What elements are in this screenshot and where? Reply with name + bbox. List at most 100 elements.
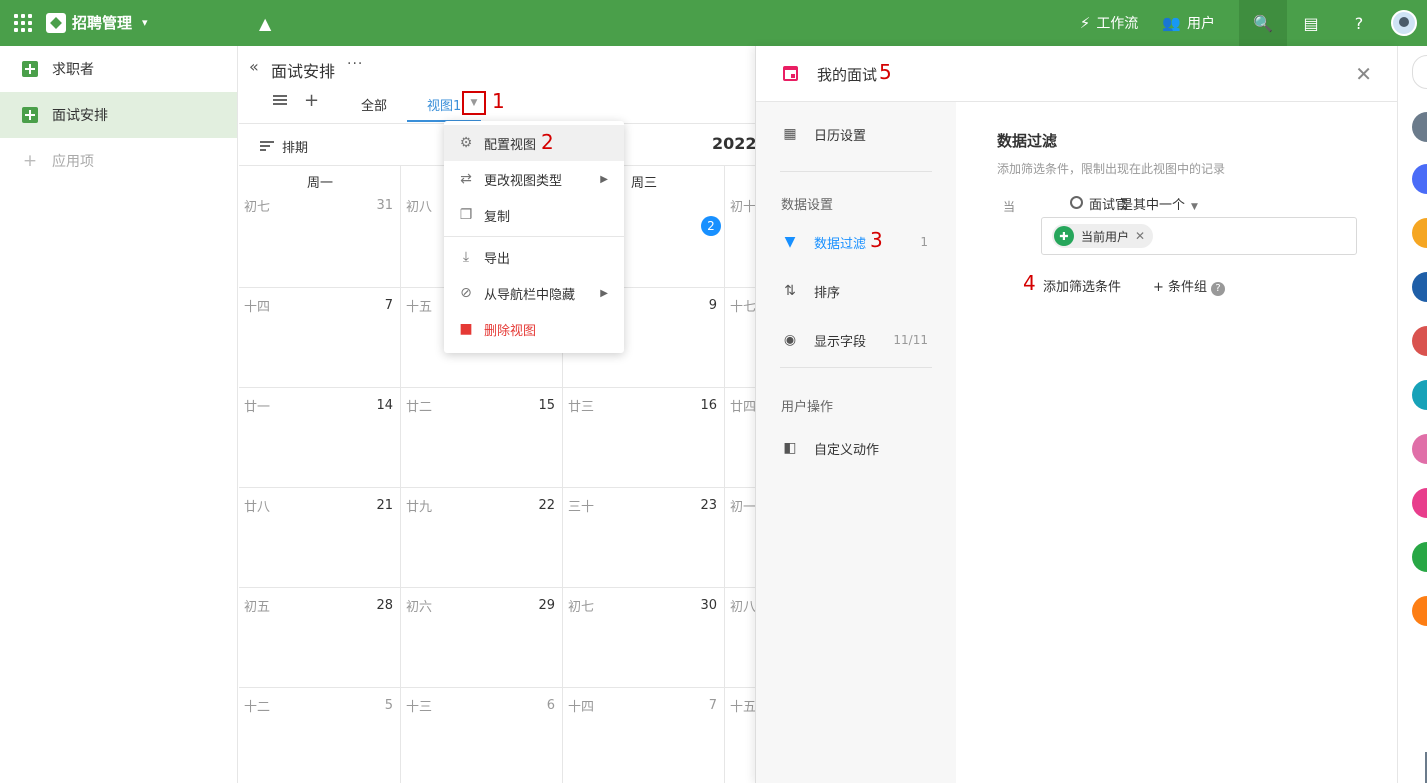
app-switcher[interactable]: 招聘管理 ▾ xyxy=(46,12,148,33)
calendar-day-cell[interactable]: 廿四 xyxy=(725,388,755,488)
avatar[interactable] xyxy=(1412,434,1427,464)
nav-divider xyxy=(780,367,932,368)
calendar-day-cell[interactable]: 十四 7 xyxy=(239,288,401,388)
app-grid-icon[interactable] xyxy=(14,14,32,32)
menu-item-change-view-type[interactable]: ⇄ 更改视图类型 ▶ xyxy=(444,161,624,197)
collapse-sidebar-icon[interactable]: « xyxy=(249,57,259,76)
view-dropdown-menu: ⚙ 配置视图 2 ⇄ 更改视图类型 ▶ ❐ 复制 ⤓ 导出 ⊘ 从导航栏中隐藏 … xyxy=(444,121,624,353)
calendar-day-cell[interactable]: 三十 23 xyxy=(563,488,725,588)
panel-header: 我的面试 5 ✕ xyxy=(756,46,1398,102)
calendar-day-cell[interactable]: 十二 5 xyxy=(239,688,401,783)
calendar-small-icon: ▦ xyxy=(783,126,797,142)
more-options-icon[interactable]: ··· xyxy=(347,56,363,72)
help-icon[interactable]: ? xyxy=(1335,0,1383,46)
avatar[interactable] xyxy=(1412,488,1427,518)
menu-item-delete-view[interactable]: ■ 删除视图 xyxy=(444,311,624,347)
nav-sort[interactable]: ⇅ 排序 xyxy=(756,271,956,311)
nav-section-data: 数据设置 xyxy=(781,198,834,213)
today-badge: 2 xyxy=(701,216,721,236)
add-view-icon[interactable]: + xyxy=(304,90,319,111)
eye-icon: ◉ xyxy=(783,332,797,348)
sidebar-item-interviews[interactable]: 面试安排 xyxy=(0,92,237,138)
avatar[interactable] xyxy=(1412,164,1427,194)
add-app-item-button[interactable]: + 应用项 xyxy=(0,138,237,184)
annotation-marker: 5 xyxy=(879,60,892,84)
list-icon[interactable]: ▤ xyxy=(1287,0,1335,46)
current-user-chip: ✚ 当前用户 ✕ xyxy=(1052,224,1154,248)
avatar[interactable] xyxy=(1412,596,1427,626)
rail-toggle-button[interactable] xyxy=(1412,55,1427,89)
sidebar: 求职者 面试安排 + 应用项 xyxy=(0,46,238,783)
menu-item-copy[interactable]: ❐ 复制 xyxy=(444,197,624,233)
calendar-day-cell[interactable]: 廿三 16 xyxy=(563,388,725,488)
search-icon[interactable]: 🔍 xyxy=(1239,0,1287,46)
calendar-day-cell[interactable]: 十七 xyxy=(725,288,755,388)
avatar[interactable] xyxy=(1412,218,1427,248)
calendar-day-cell[interactable]: 初六 29 xyxy=(401,588,563,688)
avatar[interactable] xyxy=(1412,272,1427,302)
nav-section-user-actions: 用户操作 xyxy=(781,400,834,415)
trash-icon: ■ xyxy=(459,321,473,337)
menu-item-hide-from-nav[interactable]: ⊘ 从导航栏中隐藏 ▶ xyxy=(444,275,624,311)
chevron-down-icon: ▾ xyxy=(142,16,148,29)
menu-item-configure-view[interactable]: ⚙ 配置视图 xyxy=(444,125,624,161)
calendar-icon xyxy=(783,66,798,81)
users-link[interactable]: 👥 用户 xyxy=(1162,13,1215,33)
calendar-day-cell[interactable]: 廿一 14 xyxy=(239,388,401,488)
calendar-day-cell[interactable]: 初七 30 xyxy=(563,588,725,688)
calendar-day-cell[interactable]: 廿九 22 xyxy=(401,488,563,588)
view-dropdown-toggle[interactable]: ▼ xyxy=(462,91,486,115)
calendar-day-cell[interactable]: 初十 xyxy=(725,188,755,288)
nav-data-filter[interactable]: ▼ 数据过滤 1 xyxy=(756,222,956,262)
avatar[interactable] xyxy=(1412,380,1427,410)
sidebar-item-candidates[interactable]: 求职者 xyxy=(0,46,237,92)
calendar-day-cell[interactable]: 廿八 21 xyxy=(239,488,401,588)
calendar-day-cell[interactable]: 初一 xyxy=(725,488,755,588)
view-list-icon[interactable] xyxy=(273,95,287,105)
filter-count-badge: 1 xyxy=(920,235,928,249)
right-rail xyxy=(1397,46,1427,783)
add-condition-group-button[interactable]: + 条件组? xyxy=(1153,276,1226,296)
calendar-day-cell[interactable]: 初八 xyxy=(725,588,755,688)
calendar-column: 周一 初七 31 十四 7 廿一 14 廿八 21 初五 28 十二 5 xyxy=(239,166,401,783)
annotation-marker: 2 xyxy=(541,130,554,154)
nav-calendar-settings[interactable]: ▦ 日历设置 xyxy=(756,114,956,154)
panel-nav: ▦ 日历设置 数据设置 ▼ 数据过滤 1 3 ⇅ 排序 ◉ 显示字段 11/11… xyxy=(756,102,956,783)
remove-chip-icon[interactable]: ✕ xyxy=(1135,229,1145,243)
app-title: 招聘管理 xyxy=(72,14,133,32)
panel-title[interactable]: 我的面试 xyxy=(817,64,877,85)
gear-icon: ⚙ xyxy=(459,135,473,151)
table-icon xyxy=(22,61,38,77)
add-filter-condition-button[interactable]: 添加筛选条件 xyxy=(1043,276,1121,295)
schedule-button[interactable]: 排期 xyxy=(282,137,308,156)
condition-operator-select[interactable]: 是其中一个 ▼ xyxy=(1120,194,1198,213)
top-bar: 招聘管理 ▾ ▲ ⚡ 工作流 👥 用户 🔍 ▤ ? xyxy=(0,0,1427,46)
calendar-day-cell[interactable]: 十五 xyxy=(725,688,755,783)
nav-custom-action[interactable]: ◧ 自定义动作 xyxy=(756,428,956,468)
avatar[interactable] xyxy=(1412,326,1427,356)
tab-all[interactable]: 全部 xyxy=(361,95,387,114)
users-icon: 👥 xyxy=(1162,14,1181,32)
avatar[interactable] xyxy=(1412,542,1427,572)
calendar-day-cell[interactable]: 廿二 15 xyxy=(401,388,563,488)
plus-icon: + xyxy=(1153,280,1169,295)
menu-divider xyxy=(444,236,624,237)
download-icon: ⤓ xyxy=(462,249,470,265)
filter-title: 数据过滤 xyxy=(997,132,1058,150)
nav-display-fields[interactable]: ◉ 显示字段 11/11 xyxy=(756,320,956,360)
calendar-day-cell[interactable]: 初五 28 xyxy=(239,588,401,688)
condition-value-input[interactable]: ✚ 当前用户 ✕ xyxy=(1041,217,1357,255)
submenu-arrow-icon: ▶ xyxy=(600,287,608,299)
help-circle-icon[interactable]: ? xyxy=(1211,282,1226,296)
avatar[interactable] xyxy=(1391,10,1417,36)
menu-item-export[interactable]: ⤓ 导出 xyxy=(444,239,624,275)
calendar-day-cell[interactable]: 十三 6 xyxy=(401,688,563,783)
avatar[interactable] xyxy=(1412,112,1427,142)
calendar-day-cell[interactable]: 十四 7 xyxy=(563,688,725,783)
workflow-link[interactable]: ⚡ 工作流 xyxy=(1080,13,1139,33)
copy-icon: ❐ xyxy=(459,207,473,223)
swap-icon: ⇄ xyxy=(460,171,472,187)
calendar-day-cell[interactable]: 初七 31 xyxy=(239,188,401,288)
shapes-icon[interactable]: ▲ xyxy=(259,14,271,33)
close-icon[interactable]: ✕ xyxy=(1355,62,1372,86)
